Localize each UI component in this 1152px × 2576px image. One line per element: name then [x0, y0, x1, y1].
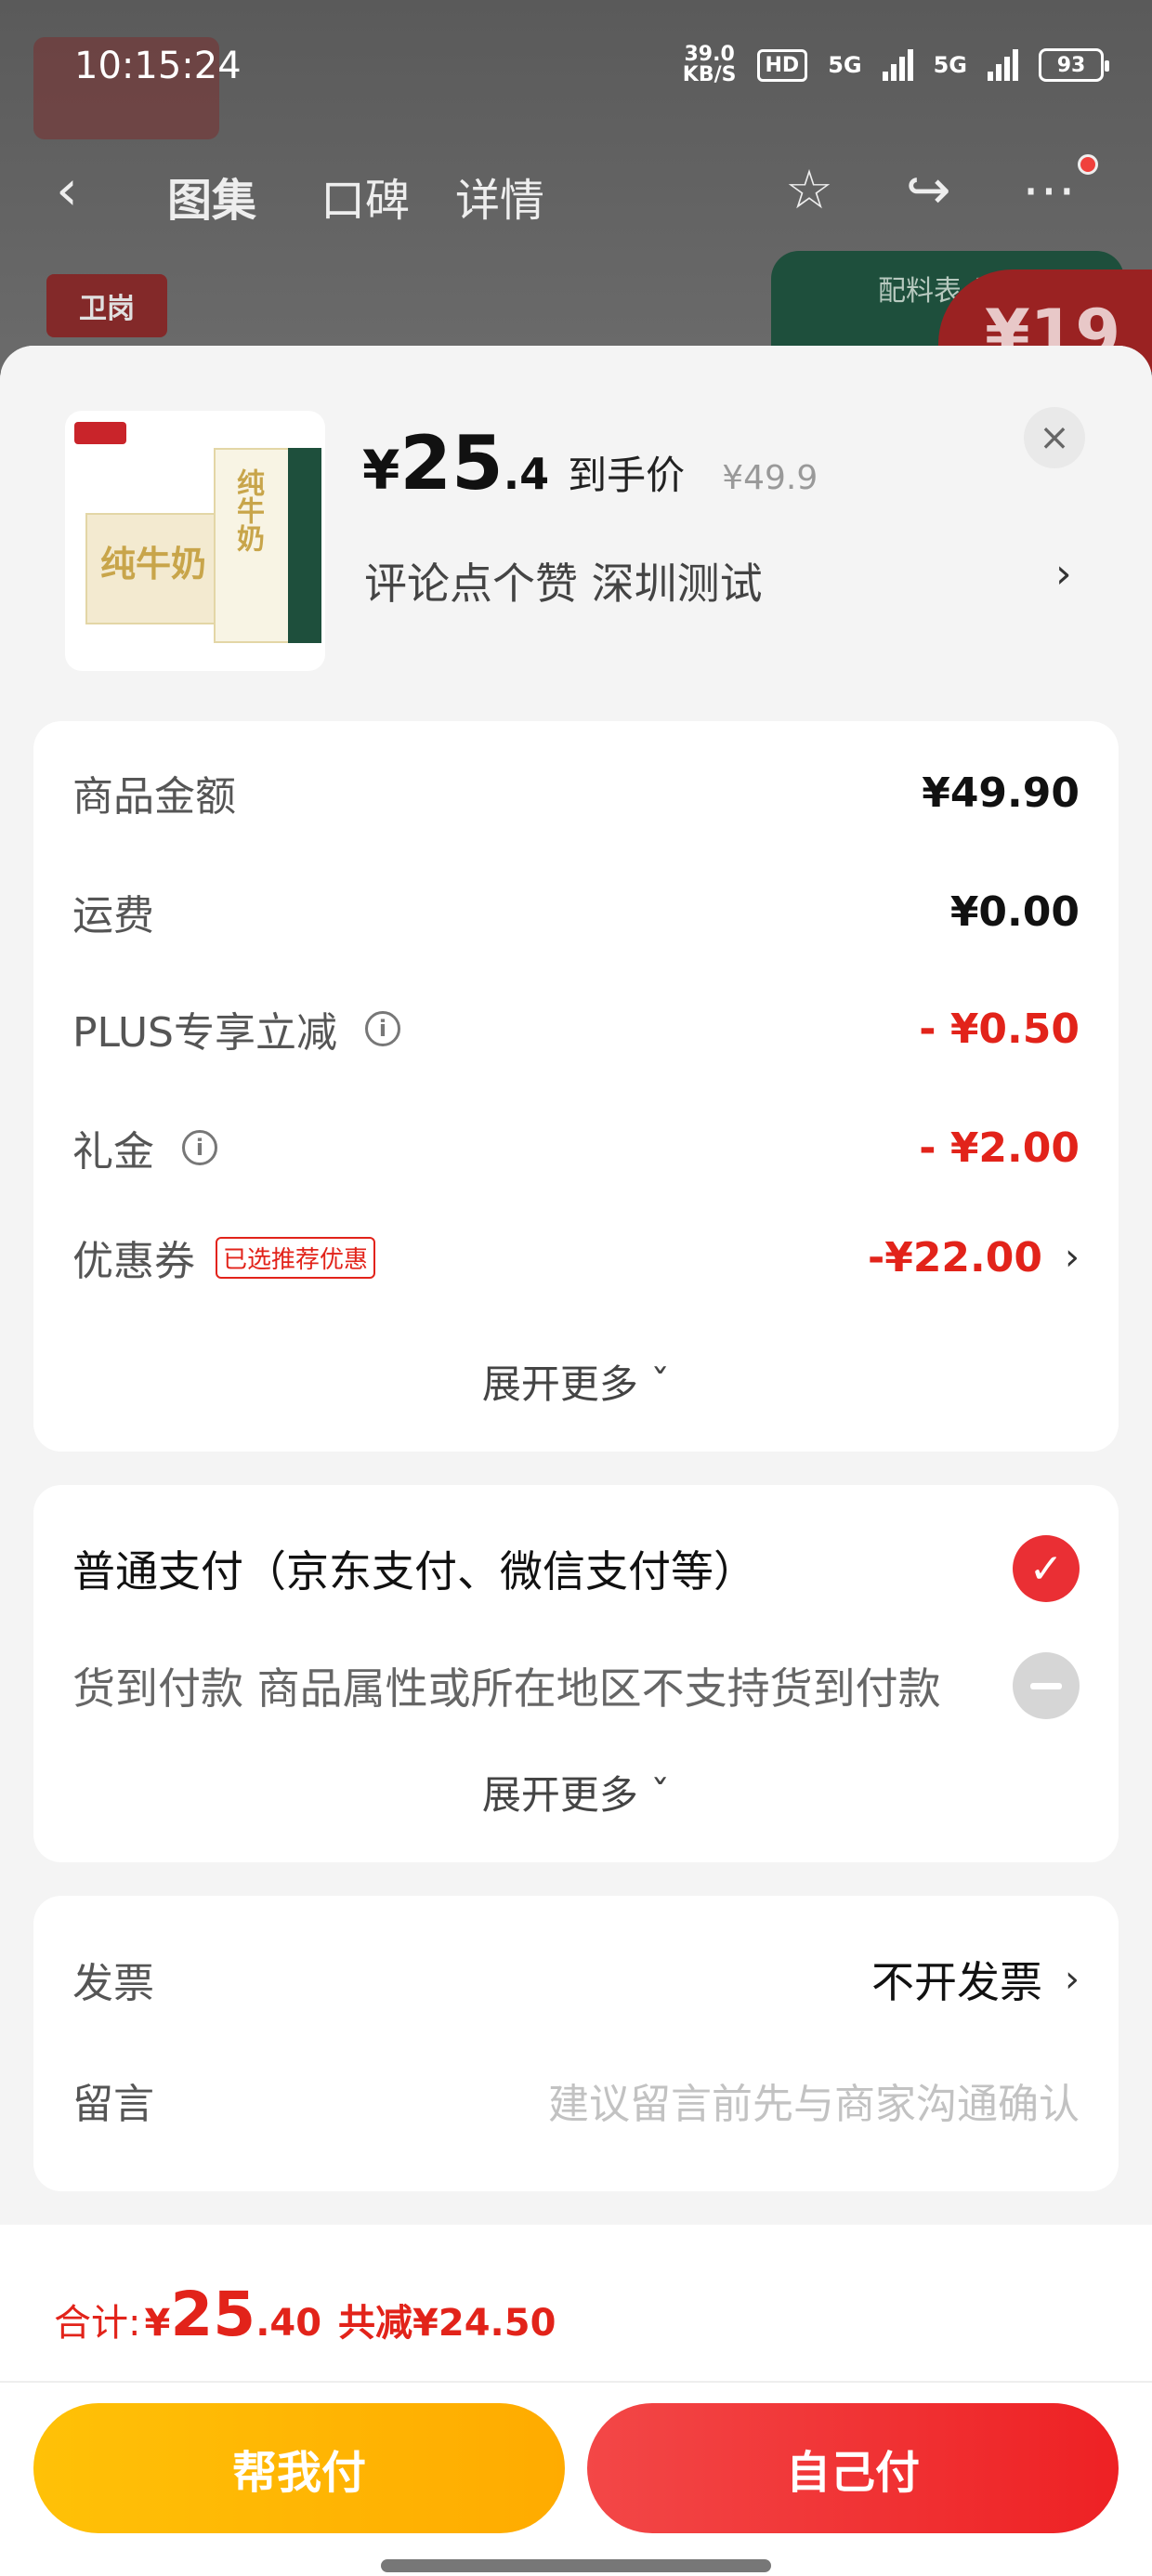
invoice-row[interactable]: 发票 不开发票 › — [72, 1942, 1080, 2017]
amount-label-plus: PLUS专享立减 i — [72, 999, 400, 1058]
amount-label: 商品金额 — [72, 773, 236, 821]
chevron-right-icon[interactable]: › — [1055, 550, 1072, 598]
amount-label-gift: 礼金 i — [72, 1118, 217, 1177]
info-icon[interactable]: i — [182, 1130, 217, 1165]
home-indicator[interactable] — [381, 2559, 771, 2572]
amount-value: - ¥0.50 — [919, 1005, 1080, 1053]
invoice-value: 不开发票 — [871, 1957, 1042, 2007]
price-row: ¥ 25 .4 到手价 ¥49.9 — [362, 420, 818, 506]
message-label: 留言 — [72, 2081, 154, 2128]
invoice-value-wrap: 不开发票 › — [871, 1949, 1080, 2010]
signal-icon — [882, 49, 913, 81]
product-image-box-side — [288, 448, 321, 643]
checkout-footer: 合计: ¥ 25 .40 共减¥24.50 帮我付 自己付 — [0, 2225, 1152, 2576]
payment-card: 普通支付（京东支付、微信支付等） ✓ 货到付款 商品属性或所在地区不支持货到付款… — [33, 1485, 1119, 1862]
divider — [0, 2381, 1152, 2383]
payment-option-label: 货到付款 商品属性或所在地区不支持货到付款 — [72, 1663, 941, 1714]
network-speed: 39.0 KB/S — [683, 45, 737, 85]
product-image-label-2: 纯牛奶 — [231, 468, 264, 552]
status-bar: 10:15:24 39.0 KB/S HD 5G 5G 93 — [0, 0, 1152, 139]
payment-option-normal[interactable]: 普通支付（京东支付、微信支付等） ✓ — [72, 1531, 1080, 1606]
invoice-card: 发票 不开发票 › 留言 建议留言前先与商家沟通确认 — [33, 1896, 1119, 2191]
amount-row-coupon[interactable]: 优惠券 已选推荐优惠 -¥22.00 › — [72, 1225, 1080, 1290]
product-image-box: 纯牛奶 — [85, 513, 225, 624]
total-decimal: .40 — [255, 2302, 322, 2345]
expand-more-button[interactable]: 展开更多 ˇ — [33, 1764, 1119, 1820]
original-price: ¥49.9 — [722, 459, 818, 497]
total-line: 合计: ¥ 25 .40 共减¥24.50 — [54, 2279, 556, 2350]
amount-label: 运费 — [72, 892, 154, 940]
total-integer: 25 — [170, 2279, 256, 2350]
amount-label: 礼金 — [72, 1128, 154, 1176]
payment-option-cod: 货到付款 商品属性或所在地区不支持货到付款 — [72, 1649, 1080, 1723]
checkout-sheet: 纯牛奶 纯牛奶 ¥ 25 .4 到手价 ¥49.9 评论点个赞 深圳测试 › ×… — [0, 346, 1152, 2576]
product-spec[interactable]: 评论点个赞 深圳测试 — [364, 550, 763, 611]
product-header: 纯牛奶 纯牛奶 ¥ 25 .4 到手价 ¥49.9 评论点个赞 深圳测试 › × — [0, 346, 1152, 708]
signal-icon-2 — [988, 49, 1018, 81]
status-time: 10:15:24 — [74, 45, 242, 87]
checked-icon[interactable]: ✓ — [1013, 1535, 1080, 1602]
total-currency: ¥ — [144, 2302, 171, 2345]
total-label: 合计: — [54, 2302, 141, 2345]
amount-row-gift: 礼金 i - ¥2.00 — [72, 1115, 1080, 1180]
network-speed-value: 39.0 — [684, 43, 735, 66]
product-image: 纯牛奶 纯牛奶 — [65, 411, 325, 671]
price-integer: 25 — [399, 420, 504, 506]
notification-dot — [1078, 154, 1098, 175]
sim1-label: 5G — [828, 52, 862, 78]
network-speed-unit: KB/S — [682, 63, 737, 86]
tab-gallery[interactable]: 图集 — [167, 164, 256, 229]
amount-label: PLUS专享立减 — [72, 1009, 337, 1057]
share-icon[interactable]: ↪ — [906, 158, 951, 221]
star-icon[interactable]: ☆ — [785, 158, 833, 221]
chevron-right-icon: › — [1065, 1958, 1080, 2001]
hd-icon: HD — [756, 48, 808, 82]
chevron-right-icon: › — [1065, 1236, 1080, 1279]
message-input[interactable]: 建议留言前先与商家沟通确认 — [548, 2070, 1080, 2130]
info-icon[interactable]: i — [365, 1011, 400, 1046]
amount-row-shipping: 运费 ¥0.00 — [72, 879, 1080, 944]
coupon-value[interactable]: -¥22.00 › — [868, 1234, 1080, 1281]
close-button[interactable]: × — [1024, 407, 1085, 468]
payment-option-label: 普通支付（京东支付、微信支付等） — [72, 1546, 756, 1597]
more-icon[interactable]: ⋯ — [1022, 158, 1076, 221]
expand-more-button[interactable]: 展开更多 ˇ — [33, 1353, 1119, 1410]
amount-label: 优惠券 — [72, 1238, 195, 1285]
price-currency: ¥ — [362, 439, 400, 502]
coupon-tag: 已选推荐优惠 — [216, 1236, 376, 1279]
amount-row-goods: 商品金额 ¥49.90 — [72, 760, 1080, 825]
status-icons: 39.0 KB/S HD 5G 5G 93 — [683, 45, 1109, 85]
disabled-icon — [1013, 1652, 1080, 1719]
amount-row-plus: PLUS专享立减 i - ¥0.50 — [72, 996, 1080, 1061]
amount-card: 商品金额 ¥49.90 运费 ¥0.00 PLUS专享立减 i - ¥0.50 … — [33, 721, 1119, 1452]
sim2-label: 5G — [933, 52, 967, 78]
tab-details[interactable]: 详情 — [455, 164, 544, 229]
amount-value: ¥49.90 — [922, 769, 1080, 817]
amount-label-coupon: 优惠券 已选推荐优惠 — [72, 1228, 376, 1287]
price-label: 到手价 — [568, 453, 686, 498]
total-savings: 共减¥24.50 — [338, 2302, 556, 2345]
top-nav: ‹ 图集 口碑 详情 ☆ ↪ ⋯ — [0, 139, 1152, 242]
self-pay-button[interactable]: 自己付 — [587, 2403, 1119, 2533]
amount-value: -¥22.00 — [867, 1233, 1042, 1281]
message-row: 留言 建议留言前先与商家沟通确认 — [72, 2063, 1080, 2137]
help-pay-button[interactable]: 帮我付 — [33, 2403, 565, 2533]
invoice-label: 发票 — [72, 1960, 154, 2007]
back-button[interactable]: ‹ — [56, 158, 78, 223]
battery-icon: 93 — [1039, 48, 1109, 82]
amount-value: ¥0.00 — [949, 887, 1080, 936]
amount-value: - ¥2.00 — [919, 1124, 1080, 1172]
product-image-logo — [74, 422, 126, 444]
tab-reviews[interactable]: 口碑 — [321, 164, 410, 229]
price-decimal: .4 — [503, 449, 550, 499]
product-image-label: 纯牛奶 — [100, 544, 207, 585]
brand-logo: 卫岗 — [46, 274, 167, 337]
